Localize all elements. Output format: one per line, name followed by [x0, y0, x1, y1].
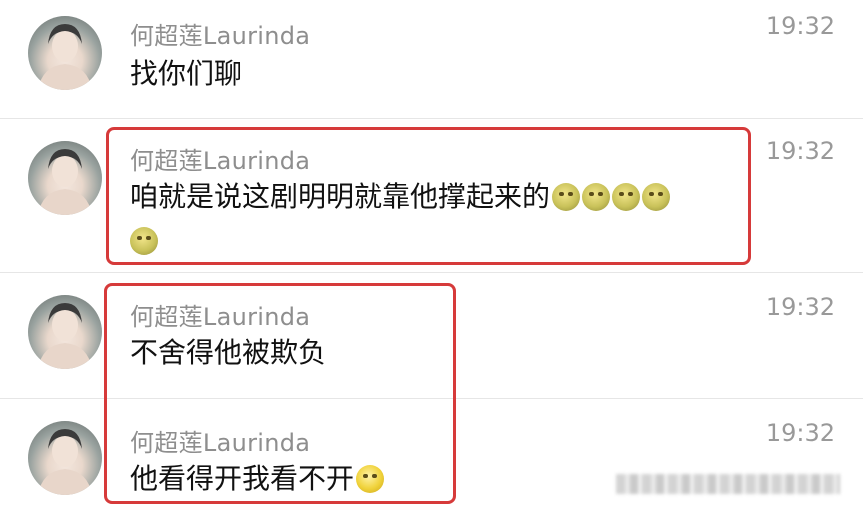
avatar[interactable] — [28, 16, 102, 90]
chat-message[interactable]: 何超莲Laurinda 19:32 找你们聊 — [0, 0, 863, 118]
avatar[interactable] — [28, 141, 102, 215]
watermark — [616, 474, 840, 494]
message-time: 19:32 — [765, 137, 835, 165]
message-time: 19:32 — [765, 293, 835, 321]
highlight-box — [106, 127, 751, 265]
avatar[interactable] — [28, 295, 102, 369]
highlight-box — [104, 283, 456, 504]
message-time: 19:32 — [765, 419, 835, 447]
message-time: 19:32 — [765, 12, 835, 40]
message-text: 找你们聊 — [130, 57, 243, 90]
sender-name: 何超莲Laurinda — [130, 22, 311, 50]
avatar[interactable] — [28, 421, 102, 495]
